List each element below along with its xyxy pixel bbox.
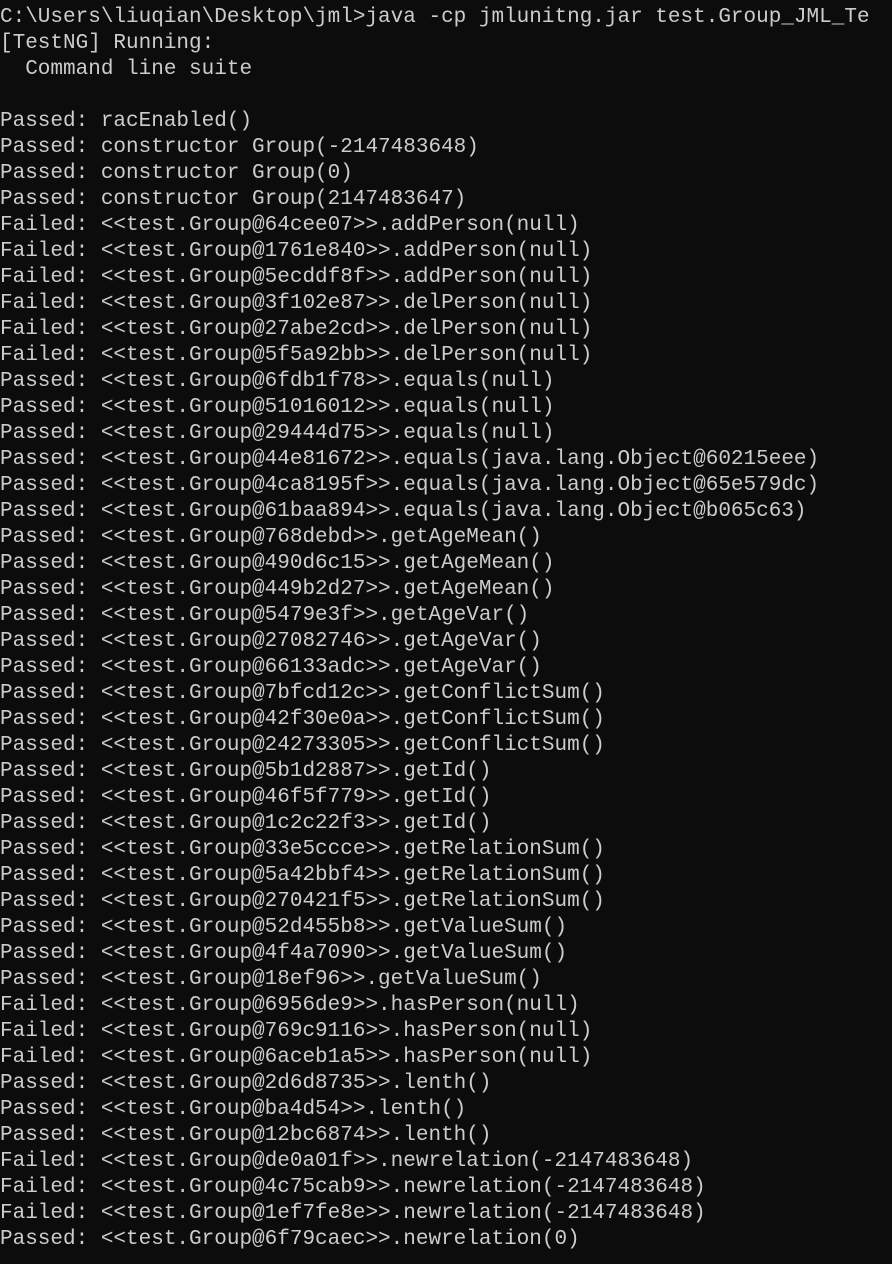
test-result-passed: Passed: <<test.Group@4ca8195f>>.equals(j… — [0, 474, 820, 497]
test-result-passed: Passed: <<test.Group@24273305>>.getConfl… — [0, 734, 605, 757]
test-result-passed: Passed: <<test.Group@33e5ccce>>.getRelat… — [0, 838, 605, 861]
test-result-passed: Passed: <<test.Group@1c2c22f3>>.getId() — [0, 812, 492, 835]
test-result-passed: Passed: constructor Group(-2147483648) — [0, 136, 479, 159]
test-result-passed: Passed: <<test.Group@18ef96>>.getValueSu… — [0, 968, 542, 991]
test-result-passed: Passed: <<test.Group@2d6d8735>>.lenth() — [0, 1072, 492, 1095]
console-output[interactable]: C:\Users\liuqian\Desktop\jml>java -cp jm… — [0, 5, 892, 1253]
test-result-failed: Failed: <<test.Group@27abe2cd>>.delPerso… — [0, 318, 593, 341]
test-result-passed: Passed: <<test.Group@490d6c15>>.getAgeMe… — [0, 552, 555, 575]
test-result-passed: Passed: constructor Group(2147483647) — [0, 188, 467, 211]
test-result-failed: Failed: <<test.Group@64cee07>>.addPerson… — [0, 214, 580, 237]
test-result-passed: Passed: <<test.Group@4f4a7090>>.getValue… — [0, 942, 568, 965]
test-result-failed: Failed: <<test.Group@de0a01f>>.newrelati… — [0, 1150, 694, 1173]
test-result-failed: Failed: <<test.Group@4c75cab9>>.newrelat… — [0, 1176, 706, 1199]
console-line: [TestNG] Running: — [0, 32, 215, 55]
test-result-passed: Passed: <<test.Group@12bc6874>>.lenth() — [0, 1124, 492, 1147]
command-line: C:\Users\liuqian\Desktop\jml>java -cp jm… — [0, 6, 870, 29]
test-result-passed: Passed: <<test.Group@52d455b8>>.getValue… — [0, 916, 568, 939]
test-result-failed: Failed: <<test.Group@6aceb1a5>>.hasPerso… — [0, 1046, 593, 1069]
test-result-passed: Passed: racEnabled() — [0, 110, 253, 133]
test-result-passed: Passed: constructor Group(0) — [0, 162, 353, 185]
test-result-passed: Passed: <<test.Group@5479e3f>>.getAgeVar… — [0, 604, 530, 627]
test-result-passed: Passed: <<test.Group@61baa894>>.equals(j… — [0, 500, 807, 523]
test-result-passed: Passed: <<test.Group@ba4d54>>.lenth() — [0, 1098, 467, 1121]
test-result-passed: Passed: <<test.Group@768debd>>.getAgeMea… — [0, 526, 542, 549]
test-result-passed: Passed: <<test.Group@5a42bbf4>>.getRelat… — [0, 864, 605, 887]
test-result-failed: Failed: <<test.Group@1ef7fe8e>>.newrelat… — [0, 1202, 706, 1225]
test-result-failed: Failed: <<test.Group@3f102e87>>.delPerso… — [0, 292, 593, 315]
test-result-passed: Passed: <<test.Group@449b2d27>>.getAgeMe… — [0, 578, 555, 601]
test-result-failed: Failed: <<test.Group@1761e840>>.addPerso… — [0, 240, 593, 263]
test-result-passed: Passed: <<test.Group@6fdb1f78>>.equals(n… — [0, 370, 555, 393]
test-result-failed: Failed: <<test.Group@6956de9>>.hasPerson… — [0, 994, 580, 1017]
test-result-passed: Passed: <<test.Group@5b1d2887>>.getId() — [0, 760, 492, 783]
test-result-passed: Passed: <<test.Group@51016012>>.equals(n… — [0, 396, 555, 419]
test-result-failed: Failed: <<test.Group@5ecddf8f>>.addPerso… — [0, 266, 593, 289]
test-result-failed: Failed: <<test.Group@769c9116>>.hasPerso… — [0, 1020, 593, 1043]
test-result-passed: Passed: <<test.Group@44e81672>>.equals(j… — [0, 448, 820, 471]
test-result-passed: Passed: <<test.Group@46f5f779>>.getId() — [0, 786, 492, 809]
test-result-passed: Passed: <<test.Group@270421f5>>.getRelat… — [0, 890, 605, 913]
test-result-passed: Passed: <<test.Group@7bfcd12c>>.getConfl… — [0, 682, 605, 705]
test-result-passed: Passed: <<test.Group@42f30e0a>>.getConfl… — [0, 708, 605, 731]
test-result-passed: Passed: <<test.Group@66133adc>>.getAgeVa… — [0, 656, 542, 679]
test-result-passed: Passed: <<test.Group@29444d75>>.equals(n… — [0, 422, 555, 445]
test-result-passed: Passed: <<test.Group@6f79caec>>.newrelat… — [0, 1228, 580, 1251]
console-line: Command line suite — [0, 58, 253, 81]
test-result-failed: Failed: <<test.Group@5f5a92bb>>.delPerso… — [0, 344, 593, 367]
test-result-passed: Passed: <<test.Group@27082746>>.getAgeVa… — [0, 630, 542, 653]
